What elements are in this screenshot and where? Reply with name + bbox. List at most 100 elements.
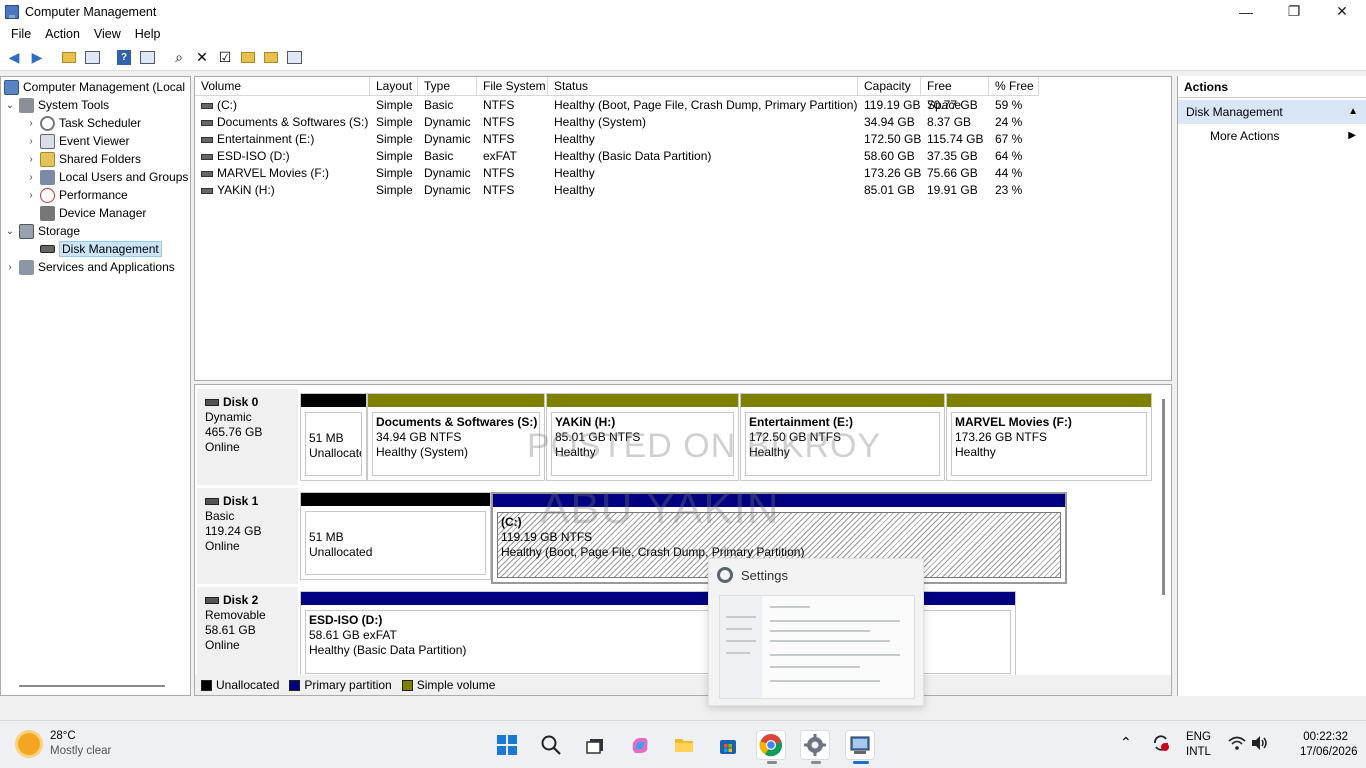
- column-type[interactable]: Type: [418, 77, 477, 96]
- disk-2-label[interactable]: Disk 2 Removable 58.61 GB Online: [197, 587, 298, 683]
- disk-icon: [40, 245, 55, 253]
- volume-icon: [201, 170, 213, 177]
- cell-free: 70.77 GB: [927, 98, 978, 112]
- delete-icon[interactable]: ✕: [192, 48, 212, 68]
- up-arrow-folder-icon[interactable]: [238, 48, 258, 68]
- cell-pct: 44 %: [995, 166, 1023, 180]
- taskbar: 28°C Mostly clear ⌃ ENG INTL 00:22:32 17…: [0, 720, 1366, 768]
- tree-item-event-viewer[interactable]: › Event Viewer: [25, 132, 129, 150]
- expand-chevron-icon[interactable]: ›: [25, 136, 37, 147]
- close-button[interactable]: ✕: [1318, 0, 1366, 23]
- expand-chevron-icon[interactable]: ›: [25, 154, 37, 165]
- computer-management-taskbar-icon[interactable]: [845, 730, 875, 764]
- more-actions-item[interactable]: More Actions ▶: [1178, 124, 1366, 148]
- expand-chevron-icon[interactable]: ›: [25, 118, 37, 129]
- search-icon[interactable]: [536, 730, 566, 760]
- volume-icon[interactable]: [1251, 735, 1269, 756]
- collapse-chevron-icon[interactable]: ⌄: [4, 100, 16, 111]
- checklist-icon[interactable]: ☑: [215, 48, 235, 68]
- tree-horizontal-scrollbar[interactable]: [19, 685, 165, 687]
- connect-drive-icon[interactable]: ⌕: [169, 48, 189, 68]
- show-hidden-icons-chevron[interactable]: ⌃: [1120, 735, 1132, 750]
- disk-1-label[interactable]: Disk 1 Basic 119.24 GB Online: [197, 488, 298, 584]
- settings-preview-popup[interactable]: Settings: [708, 558, 924, 706]
- expand-chevron-icon[interactable]: ›: [4, 262, 16, 273]
- tree-item-services[interactable]: › Services and Applications: [4, 258, 175, 276]
- column-volume[interactable]: Volume: [195, 77, 370, 96]
- menu-view[interactable]: View: [87, 27, 128, 41]
- disk-0-label[interactable]: Disk 0 Dynamic 465.76 GB Online: [197, 389, 298, 485]
- forward-arrow-icon[interactable]: ▶: [27, 48, 47, 68]
- expand-chevron-icon[interactable]: ›: [25, 190, 37, 201]
- tree-item-storage[interactable]: ⌄ Storage: [4, 222, 80, 240]
- tree-item-shared-folders[interactable]: › Shared Folders: [25, 150, 141, 168]
- table-row[interactable]: Documents & Softwares (S:) Simple Dynamic N…: [195, 114, 1171, 131]
- tree-item-local-users[interactable]: › Local Users and Groups: [25, 168, 188, 186]
- cell-status: Healthy: [554, 132, 595, 146]
- actions-section-disk-management[interactable]: Disk Management ▲: [1178, 100, 1366, 124]
- tree-item-device-manager[interactable]: Device Manager: [25, 204, 146, 222]
- up-folder-icon[interactable]: [59, 48, 79, 68]
- back-arrow-icon[interactable]: ◀: [4, 48, 24, 68]
- column-file-system[interactable]: File System: [477, 77, 548, 96]
- tree-item-performance[interactable]: › Performance: [25, 186, 128, 204]
- table-row[interactable]: ESD-ISO (D:) Simple Basic exFAT Healthy (Bas…: [195, 148, 1171, 165]
- cell-layout: Simple: [376, 115, 413, 129]
- watermark-line-2: ABU YAKIN: [540, 484, 780, 533]
- settings-thumbnail[interactable]: [719, 595, 915, 699]
- weather-sun-icon: [18, 733, 40, 755]
- volume-icon: [201, 119, 213, 126]
- column-status[interactable]: Status: [548, 77, 858, 96]
- settings-popup-title: Settings: [741, 567, 788, 583]
- column-percent-free[interactable]: % Free: [989, 77, 1039, 96]
- settings-gear-icon[interactable]: [800, 730, 830, 764]
- cell-type: Basic: [424, 98, 454, 112]
- weather-widget[interactable]: 28°C Mostly clear: [18, 729, 111, 759]
- chrome-icon[interactable]: [756, 730, 786, 764]
- partition-unallocated[interactable]: 51 MBUnallocated: [300, 393, 367, 481]
- table-row[interactable]: MARVEL Movies (F:) Simple Dynamic NTFS Healt…: [195, 165, 1171, 182]
- sync-alert-icon[interactable]: [1151, 733, 1171, 758]
- table-row[interactable]: YAKiN (H:) Simple Dynamic NTFS Healthy 85.01 …: [195, 182, 1171, 199]
- language-indicator[interactable]: ENG INTL: [1186, 730, 1211, 760]
- search-folder-icon[interactable]: [261, 48, 281, 68]
- device-manager-icon: [40, 205, 55, 221]
- start-button[interactable]: [492, 730, 522, 760]
- copilot-icon[interactable]: [625, 730, 655, 760]
- menu-file[interactable]: File: [4, 27, 38, 41]
- tree-item-task-scheduler[interactable]: › Task Scheduler: [25, 114, 141, 132]
- cell-fs: NTFS: [483, 183, 515, 197]
- tree-item-disk-management[interactable]: Disk Management: [25, 240, 162, 258]
- properties-pane-icon[interactable]: [137, 48, 157, 68]
- collapse-triangle-icon[interactable]: ▲: [1348, 100, 1358, 124]
- cell-fs: exFAT: [483, 149, 517, 163]
- tree-item-root[interactable]: Computer Management (Local: [4, 78, 185, 96]
- minimize-button[interactable]: —: [1222, 0, 1270, 23]
- partition-documents-softwares[interactable]: Documents & Softwares (S:) 34.94 GB NTFS H…: [367, 393, 545, 481]
- volume-icon: [201, 136, 213, 143]
- cell-layout: Simple: [376, 132, 413, 146]
- table-row[interactable]: Entertainment (E:) Simple Dynamic NTFS Healt…: [195, 131, 1171, 148]
- column-layout[interactable]: Layout: [370, 77, 418, 96]
- collapse-chevron-icon[interactable]: ⌄: [4, 226, 16, 237]
- show-hide-tree-icon[interactable]: [82, 48, 102, 68]
- menu-action[interactable]: Action: [38, 27, 87, 41]
- properties-icon[interactable]: [284, 48, 304, 68]
- column-free-space[interactable]: Free Space: [921, 77, 989, 112]
- cell-name: YAKiN (H:): [201, 182, 275, 199]
- microsoft-store-icon[interactable]: [713, 730, 743, 760]
- wifi-icon[interactable]: [1228, 735, 1246, 756]
- file-explorer-icon[interactable]: [669, 730, 699, 760]
- menu-help[interactable]: Help: [128, 27, 168, 41]
- partition-unallocated-disk1[interactable]: 51 MB Unallocated: [300, 492, 491, 580]
- partition-marvel-movies[interactable]: MARVEL Movies (F:) 173.26 GB NTFS Healthy: [946, 393, 1152, 481]
- help-icon[interactable]: ?: [114, 48, 134, 68]
- column-capacity[interactable]: Capacity: [858, 77, 921, 96]
- maximize-button[interactable]: ❐: [1270, 0, 1318, 23]
- task-view-icon[interactable]: [580, 730, 610, 760]
- expand-chevron-icon[interactable]: ›: [25, 172, 37, 183]
- disk-map-scrollbar[interactable]: [1162, 399, 1165, 595]
- table-row[interactable]: (C:) Simple Basic NTFS Healthy (Boot, Page F…: [195, 97, 1171, 114]
- clock[interactable]: 00:22:32 17/06/2026: [1300, 730, 1358, 760]
- tree-item-system-tools[interactable]: ⌄ System Tools: [4, 96, 109, 114]
